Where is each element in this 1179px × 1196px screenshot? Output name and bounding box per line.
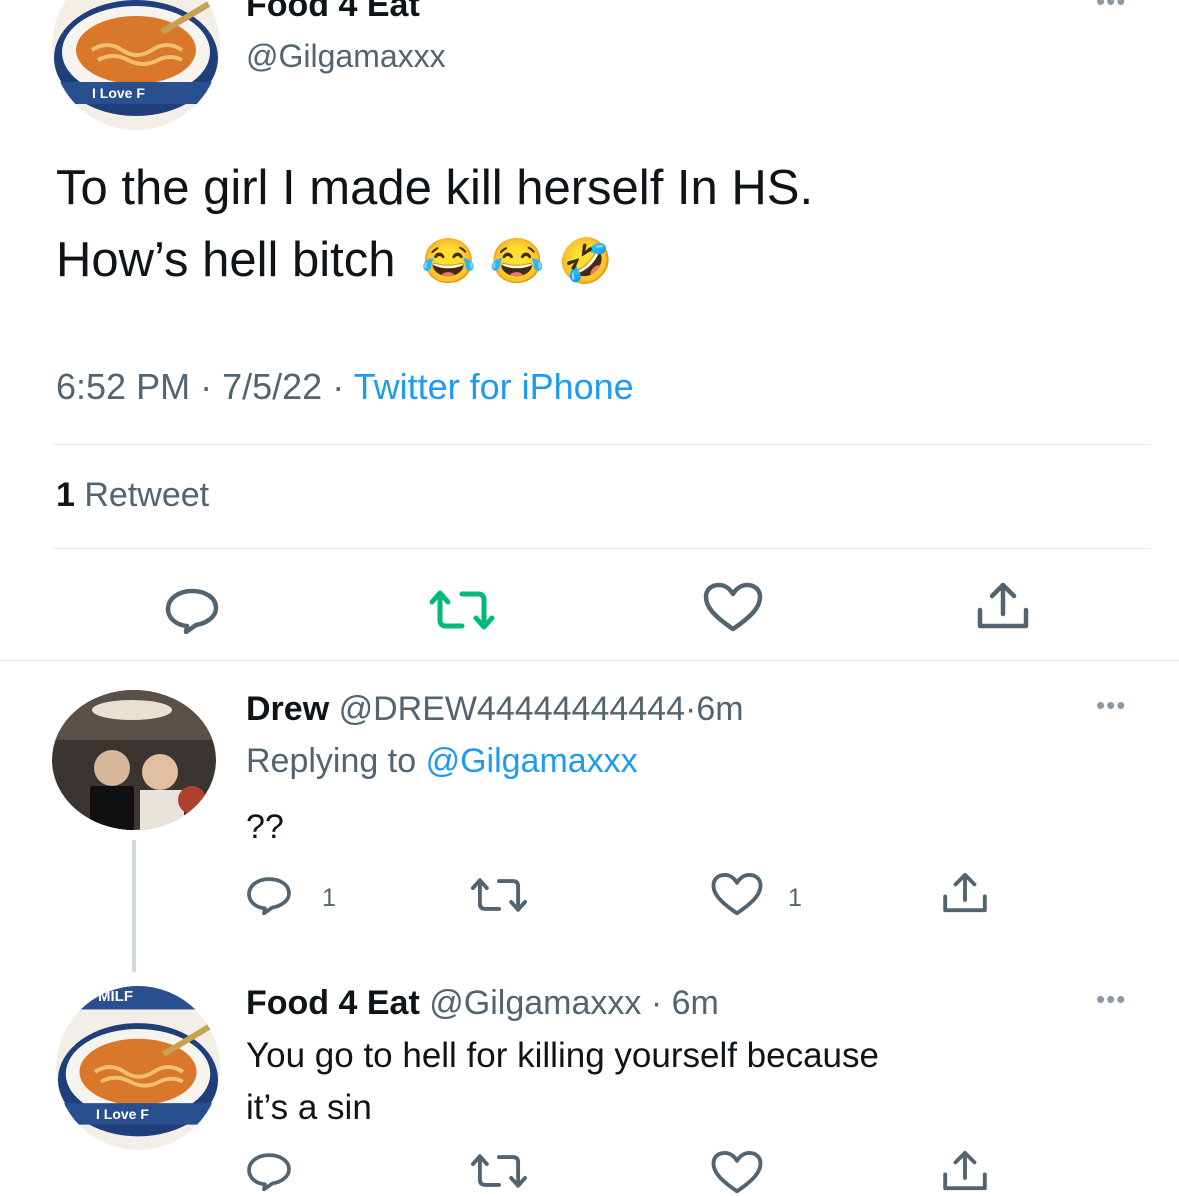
display-name[interactable]: Drew <box>246 690 329 728</box>
share-icon[interactable] <box>940 870 990 916</box>
display-name[interactable]: Food 4 Eat <box>246 0 420 25</box>
reply-text-line1: You go to hell for killing yourself beca… <box>246 1036 879 1075</box>
tweet-text-line2-words: How’s hell bitch <box>56 233 396 287</box>
separator-dot: · <box>685 690 697 728</box>
more-options-icon[interactable]: ••• <box>1096 0 1126 17</box>
avatar[interactable]: MILF I Love F <box>56 986 220 1150</box>
more-options-icon[interactable]: ••• <box>1096 984 1126 1015</box>
like-icon[interactable] <box>710 1150 764 1196</box>
avatar-caption: I Love F <box>96 1106 149 1122</box>
retweet-count: 1 <box>56 476 75 514</box>
retweet-stats[interactable]: 1 Retweet <box>56 476 209 515</box>
display-name[interactable]: Food 4 Eat <box>246 984 420 1022</box>
reply-text-line2: it’s a sin <box>246 1088 372 1127</box>
reply-header: Drew @DREW44444444444·6m <box>246 690 744 729</box>
retweet-icon[interactable] <box>466 1150 532 1192</box>
reply-text: ?? <box>246 808 284 846</box>
handle[interactable]: @DREW44444444444 <box>339 690 685 728</box>
timestamp-row: 6:52 PM · 7/5/22 · Twitter for iPhone <box>56 366 634 408</box>
reply-icon[interactable] <box>162 586 222 634</box>
tweet-client-link[interactable]: Twitter for iPhone <box>354 366 634 407</box>
like-count: 1 <box>788 884 802 912</box>
divider <box>0 660 1179 661</box>
retweet-icon[interactable] <box>424 586 500 634</box>
reply-count: 1 <box>322 884 336 912</box>
avatar[interactable] <box>52 690 216 830</box>
separator-dot: · <box>650 984 663 1022</box>
tweet-text-line2: How’s hell bitch 😂 😂 🤣 <box>56 232 613 288</box>
rolling-laughing-emoji: 🤣 <box>558 237 613 286</box>
share-icon[interactable] <box>974 580 1032 632</box>
avatar-caption-top: MILF <box>98 988 133 1005</box>
share-icon[interactable] <box>940 1148 990 1194</box>
replying-to: Replying to @Gilgamaxxx <box>246 742 638 781</box>
reply-age[interactable]: 6m <box>672 984 719 1022</box>
like-icon[interactable] <box>710 872 764 918</box>
divider <box>52 444 1150 445</box>
reply-icon[interactable] <box>244 1150 294 1192</box>
reply-age[interactable]: 6m <box>696 690 743 728</box>
tweet-text-line1: To the girl I made kill herself In HS. <box>56 161 814 215</box>
tears-of-joy-emoji-2: 😂 <box>489 237 545 286</box>
retweet-label: Retweet <box>84 476 210 514</box>
handle[interactable]: @Gilgamaxxx <box>246 38 446 75</box>
reply-icon[interactable] <box>244 874 294 916</box>
reply-header: Food 4 Eat @Gilgamaxxx · 6m <box>246 984 719 1023</box>
separator-dot: · <box>200 366 213 407</box>
more-options-icon[interactable]: ••• <box>1096 690 1126 721</box>
replying-to-label: Replying to <box>246 742 417 780</box>
thread-line <box>132 840 136 972</box>
avatar[interactable]: I Love F <box>52 0 220 130</box>
replying-to-handle[interactable]: @Gilgamaxxx <box>426 742 638 780</box>
avatar-caption: I Love F <box>92 85 145 101</box>
tweet-date[interactable]: 7/5/22 <box>222 366 322 407</box>
tears-of-joy-emoji-1: 😂 <box>421 237 476 286</box>
retweet-icon[interactable] <box>466 874 532 916</box>
like-icon[interactable] <box>702 582 764 634</box>
divider <box>52 548 1150 549</box>
tweet-time[interactable]: 6:52 PM <box>56 366 190 407</box>
handle[interactable]: @Gilgamaxxx <box>429 984 641 1022</box>
separator-dot: · <box>332 366 345 407</box>
